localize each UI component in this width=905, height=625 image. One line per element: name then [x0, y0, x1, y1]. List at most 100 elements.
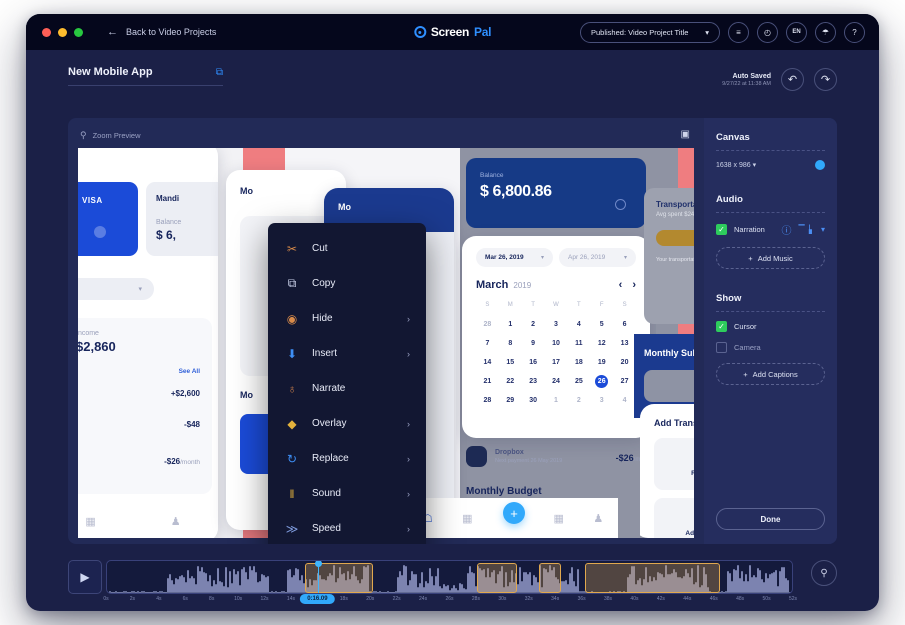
canvas-color-swatch[interactable]: [815, 160, 825, 170]
close-icon[interactable]: [42, 27, 51, 37]
menu-item-hide[interactable]: ◉ Hide ›: [268, 301, 426, 336]
stats-icon[interactable]: ▦: [462, 512, 472, 525]
play-button[interactable]: ▶: [68, 560, 102, 594]
profile-icon[interactable]: ♟: [593, 512, 603, 525]
add-fab-button[interactable]: +: [503, 502, 525, 524]
add-captions-button[interactable]: + Add Captions: [716, 363, 825, 385]
project-name-field[interactable]: New Mobile App ⧉: [68, 66, 223, 86]
camera-checkbox[interactable]: [716, 342, 727, 353]
timeline-clip[interactable]: [477, 563, 517, 593]
maximize-icon[interactable]: [74, 27, 83, 37]
calendar-day[interactable]: 27: [613, 375, 636, 388]
window-controls[interactable]: [42, 27, 83, 37]
menu-item-insert[interactable]: ⬇ Insert ›: [268, 336, 426, 371]
calendar-day[interactable]: 25: [567, 375, 590, 388]
list-check-icon[interactable]: ≡: [728, 21, 749, 43]
menu-item-narrate[interactable]: ♁ Narrate: [268, 371, 426, 406]
date-range-row[interactable]: Mar 26, 2019 ▾ Apr 26, 2019 ▾: [476, 248, 636, 267]
timeline-clip[interactable]: [305, 563, 373, 593]
calendar-day[interactable]: 2: [522, 318, 545, 331]
narration-checkbox[interactable]: ✓: [716, 224, 727, 235]
calendar-day-selected[interactable]: 26: [595, 375, 609, 388]
info-icon[interactable]: ⓘ: [782, 222, 792, 237]
calendar-day[interactable]: 13: [613, 337, 636, 350]
history-icon[interactable]: ◴: [757, 21, 778, 43]
calendar-day[interactable]: 4: [613, 394, 636, 407]
done-button[interactable]: Done: [716, 508, 825, 530]
add-music-button[interactable]: + Add Music: [716, 247, 825, 269]
profile-icon[interactable]: ♟: [171, 515, 181, 528]
chevron-down-icon[interactable]: ▾: [821, 225, 825, 234]
calendar-grid[interactable]: S M T W T F S 28 1 2 3 4 5 6 7 8 9 10 11 12 13 14 15 16 17 18 19 20…: [476, 299, 636, 407]
calendar-day[interactable]: 3: [545, 318, 568, 331]
calendar-day[interactable]: 11: [567, 337, 590, 350]
calendar-day[interactable]: 1: [545, 394, 568, 407]
snapshot-icon[interactable]: ▣: [681, 129, 690, 140]
calendar-day[interactable]: 16: [522, 356, 545, 369]
date-filter-left[interactable]: 26, 2019 ▾: [78, 278, 154, 300]
request-tile[interactable]: ☛ Request: [654, 438, 694, 490]
redo-button[interactable]: ↷: [814, 68, 837, 91]
calendar-day[interactable]: 8: [499, 337, 522, 350]
calendar-day[interactable]: 28: [476, 318, 499, 331]
timeline-track[interactable]: [106, 560, 793, 594]
calendar-day[interactable]: 14: [476, 356, 499, 369]
calendar-day[interactable]: 21: [476, 375, 499, 388]
calendar-day[interactable]: 28: [476, 394, 499, 407]
tabbar-left[interactable]: ▦ ♟: [78, 500, 218, 538]
calendar-day[interactable]: 3: [590, 394, 613, 407]
calendar-day[interactable]: 30: [522, 394, 545, 407]
calendar-day[interactable]: 20: [613, 356, 636, 369]
calendar-day[interactable]: 7: [476, 337, 499, 350]
calendar-day[interactable]: 5: [590, 318, 613, 331]
project-select[interactable]: Published: Video Project Title ▾: [580, 21, 720, 43]
calendar-day[interactable]: 2: [567, 394, 590, 407]
language-icon[interactable]: EN: [786, 21, 807, 43]
calendar-day[interactable]: 1: [499, 318, 522, 331]
menu-item-overlay[interactable]: ◆ Overlay ›: [268, 406, 426, 441]
back-to-video-projects-link[interactable]: ← Back to Video Projects: [107, 26, 216, 38]
see-all-link[interactable]: See All: [78, 368, 200, 375]
zoom-preview-button[interactable]: ⚲ Zoom Preview: [80, 130, 141, 141]
calendar-day[interactable]: 22: [499, 375, 522, 388]
upgrade-icon[interactable]: ☂: [815, 21, 836, 43]
timeline-clip[interactable]: [585, 563, 720, 593]
menu-item-sound[interactable]: ‖ Sound ›: [268, 476, 426, 511]
calendar-day[interactable]: 10: [545, 337, 568, 350]
help-icon[interactable]: ?: [844, 21, 865, 43]
audio-level-icon[interactable]: ▔▕▖: [799, 225, 816, 234]
keyboard-icon[interactable]: ▦: [85, 515, 95, 528]
back-label: Back to Video Projects: [126, 27, 217, 37]
timeline-zoom-icon[interactable]: ⚲: [811, 560, 837, 586]
cursor-checkbox[interactable]: ✓: [716, 321, 727, 332]
calendar-day[interactable]: 23: [522, 375, 545, 388]
edit-icon[interactable]: ⧉: [216, 67, 223, 78]
minimize-icon[interactable]: [58, 27, 67, 37]
calendar-day[interactable]: 12: [590, 337, 613, 350]
calendar-day[interactable]: 24: [545, 375, 568, 388]
date-to-select[interactable]: Apr 26, 2019 ▾: [559, 248, 636, 267]
calendar-prev-button[interactable]: ‹: [619, 279, 623, 291]
playhead[interactable]: [315, 561, 323, 593]
menu-item-speed[interactable]: ≫ Speed ›: [268, 511, 426, 544]
calendar-day[interactable]: 17: [545, 356, 568, 369]
menu-item-replace[interactable]: ↻ Replace ›: [268, 441, 426, 476]
add-income-tile[interactable]: ⬇ Add Income: [654, 498, 694, 538]
add-transaction-title: Add Transaction: [654, 418, 694, 428]
calendar-day[interactable]: 4: [567, 318, 590, 331]
menu-item-copy[interactable]: ⧉ Copy: [268, 266, 426, 301]
calendar-day[interactable]: 9: [522, 337, 545, 350]
undo-button[interactable]: ↶: [781, 68, 804, 91]
canvas-size-select[interactable]: 1638 x 986 ▾: [716, 161, 756, 169]
timeline-clip[interactable]: [539, 563, 561, 593]
calendar-day[interactable]: 15: [499, 356, 522, 369]
calendar-day[interactable]: 6: [613, 318, 636, 331]
menu-item-cut[interactable]: ✂ Cut: [268, 231, 426, 266]
date-from-select[interactable]: Mar 26, 2019 ▾: [476, 248, 553, 267]
calendar-day[interactable]: 19: [590, 356, 613, 369]
context-menu[interactable]: ✂ Cut ⧉ Copy ◉ Hide › ⬇ Insert › ♁ Narrate ◆ Overlay ›…: [268, 223, 426, 544]
calendar-day[interactable]: 29: [499, 394, 522, 407]
card-icon[interactable]: ▦: [553, 512, 563, 525]
chevron-right-icon: ›: [407, 348, 410, 359]
calendar-day[interactable]: 18: [567, 356, 590, 369]
